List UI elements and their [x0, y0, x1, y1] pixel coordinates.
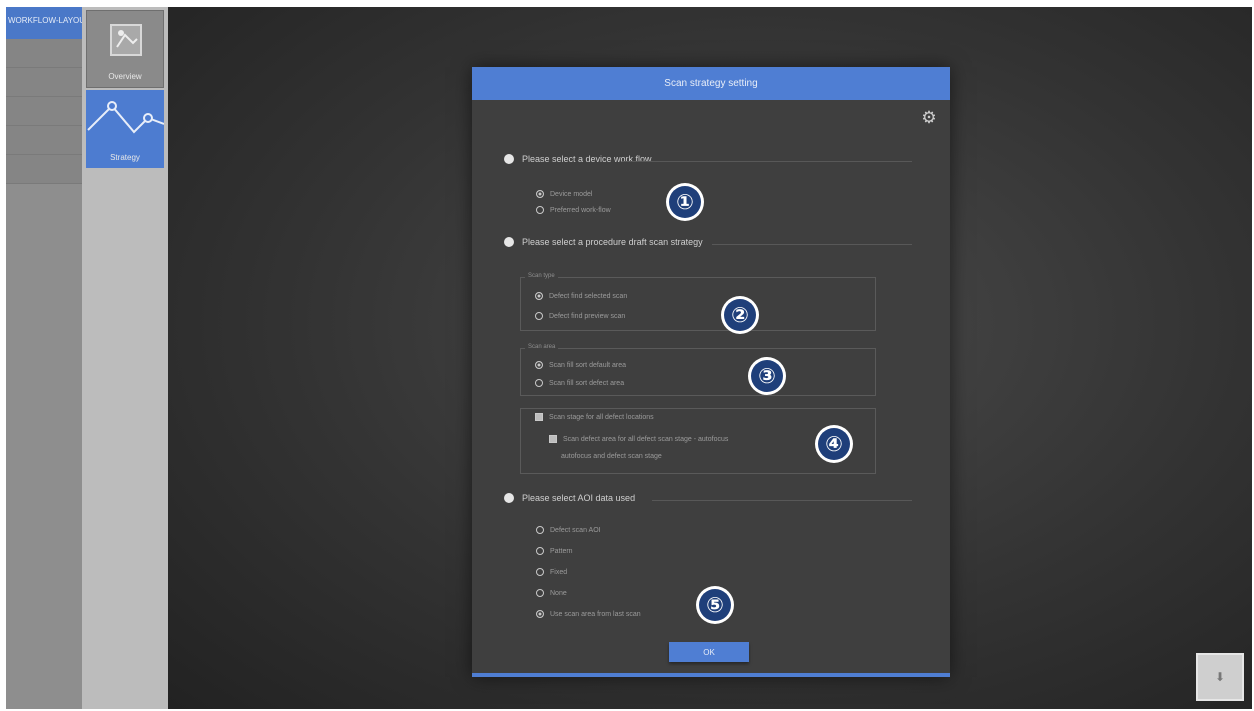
radio-indicator[interactable]	[535, 361, 543, 369]
nav-item[interactable]	[6, 155, 82, 184]
callout-number: ⑤	[699, 589, 731, 621]
radio-indicator[interactable]	[536, 568, 544, 576]
callout-badge-3: ③	[748, 357, 786, 395]
thumbnail-strategy[interactable]: Strategy	[86, 90, 164, 168]
left-nav: WORKFLOW-LAYOUT	[6, 7, 82, 709]
radio-aoi-option[interactable]: Use scan area from last scan	[536, 610, 641, 618]
dialog-accent-bar	[472, 673, 950, 677]
section-radio-dot[interactable]	[504, 154, 514, 164]
checkbox-scan-stage[interactable]: Scan stage for all defect locations	[535, 413, 654, 421]
group-title: Scan area	[525, 344, 559, 350]
download-button[interactable]: ⬇	[1196, 653, 1244, 701]
thumbnail-overview-label: Overview	[108, 72, 142, 81]
section-scan-strategy[interactable]: Please select a procedure draft scan str…	[504, 237, 703, 247]
option-label: Defect find selected scan	[549, 292, 628, 300]
divider	[652, 500, 912, 501]
divider	[712, 244, 912, 245]
radio-defect-area[interactable]: Scan fill sort defect area	[535, 379, 624, 387]
thumbnail-strategy-label: Strategy	[110, 153, 140, 162]
radio-indicator[interactable]	[536, 547, 544, 555]
section-device-workflow[interactable]: Please select a device work flow	[504, 154, 652, 164]
option-label: Scan fill sort default area	[549, 361, 627, 369]
radio-aoi-option[interactable]: Defect scan AOI	[536, 526, 601, 534]
section-label: Please select a device work flow	[522, 154, 652, 164]
dialog-title: Scan strategy setting	[472, 67, 950, 100]
radio-preview-scan[interactable]: Defect find preview scan	[535, 312, 625, 320]
radio-indicator[interactable]	[536, 589, 544, 597]
radio-device-model[interactable]: Device model	[536, 190, 592, 198]
radio-aoi-option[interactable]: None	[536, 589, 567, 597]
section-aoi-data[interactable]: Please select AOI data used	[504, 493, 635, 503]
group-scan-area: Scan area Scan fill sort default area Sc…	[520, 344, 876, 396]
nav-item[interactable]	[6, 126, 82, 155]
workflow-thumbnails: Overview Strategy	[82, 7, 168, 709]
option-label: Fixed	[550, 568, 568, 576]
overview-icon	[110, 24, 142, 56]
option-label: autofocus and defect scan stage	[561, 453, 662, 460]
workspace: Scan strategy setting ⚙ Please select a …	[168, 7, 1252, 709]
callout-number: ②	[724, 299, 756, 331]
option-label: Device model	[550, 190, 593, 198]
callout-number: ③	[751, 360, 783, 392]
app-window: WORKFLOW-LAYOUT Overview Strategy Scan s…	[6, 7, 1252, 709]
callout-badge-2: ②	[721, 296, 759, 334]
nav-item[interactable]	[6, 39, 82, 68]
radio-preferred-workflow[interactable]: Preferred work-flow	[536, 206, 611, 214]
strategy-chart-icon	[87, 101, 164, 134]
radio-aoi-option[interactable]: Fixed	[536, 568, 567, 576]
radio-indicator[interactable]	[536, 206, 544, 214]
radio-indicator[interactable]	[536, 190, 544, 198]
scan-strategy-dialog: Scan strategy setting ⚙ Please select a …	[472, 67, 950, 677]
checkbox-indicator[interactable]	[535, 413, 543, 421]
download-icon: ⬇	[1214, 670, 1226, 684]
group-title: Scan type	[525, 273, 558, 279]
option-label: Defect find preview scan	[549, 312, 626, 320]
section-label: Please select a procedure draft scan str…	[522, 237, 703, 247]
option-label: Pattern	[550, 547, 573, 555]
option-label: Preferred work-flow	[550, 206, 611, 214]
group-scan-type: Scan type Defect find selected scan Defe…	[520, 273, 876, 331]
section-radio-dot[interactable]	[504, 493, 514, 503]
option-label: Use scan area from last scan	[550, 610, 641, 618]
radio-indicator[interactable]	[536, 610, 544, 618]
divider	[622, 161, 912, 162]
radio-indicator[interactable]	[535, 379, 543, 387]
nav-item[interactable]	[6, 97, 82, 126]
section-label: Please select AOI data used	[522, 493, 636, 503]
sub-note: autofocus and defect scan stage	[561, 453, 662, 460]
option-label: None	[550, 589, 567, 597]
gear-icon[interactable]: ⚙	[920, 109, 938, 127]
radio-aoi-option[interactable]: Pattern	[536, 547, 573, 555]
callout-number: ④	[818, 428, 850, 460]
option-label: Scan fill sort defect area	[549, 379, 625, 387]
callout-badge-5: ⑤	[696, 586, 734, 624]
option-label: Scan defect area for all defect scan sta…	[563, 435, 729, 443]
checkbox-indicator[interactable]	[549, 435, 557, 443]
callout-badge-1: ①	[666, 183, 704, 221]
checkbox-defect-autofocus[interactable]: Scan defect area for all defect scan sta…	[549, 435, 728, 443]
thumbnail-overview[interactable]: Overview	[86, 10, 164, 88]
ok-button[interactable]: OK	[669, 642, 749, 662]
radio-indicator[interactable]	[536, 526, 544, 534]
nav-item[interactable]	[6, 68, 82, 97]
radio-selected-scan[interactable]: Defect find selected scan	[535, 292, 627, 300]
option-label: Defect scan AOI	[550, 526, 601, 534]
section-radio-dot[interactable]	[504, 237, 514, 247]
option-label: Scan stage for all defect locations	[549, 413, 654, 421]
callout-badge-4: ④	[815, 425, 853, 463]
callout-number: ①	[669, 186, 701, 218]
nav-top-tab[interactable]: WORKFLOW-LAYOUT	[6, 7, 82, 39]
radio-default-area[interactable]: Scan fill sort default area	[535, 361, 626, 369]
radio-indicator[interactable]	[535, 292, 543, 300]
radio-indicator[interactable]	[535, 312, 543, 320]
